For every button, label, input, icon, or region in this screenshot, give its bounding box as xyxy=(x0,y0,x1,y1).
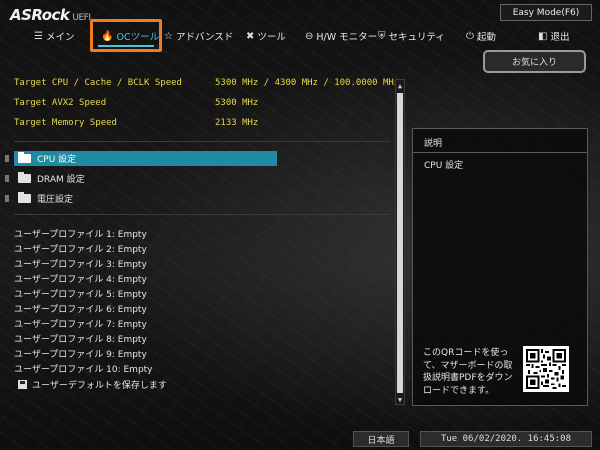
tab-security[interactable]: ⛨ セキュリティ xyxy=(378,26,445,46)
tab-boot[interactable]: ⏻ 起動 xyxy=(466,26,496,46)
tools-icon: ✖ xyxy=(246,30,255,42)
active-tab-highlight xyxy=(90,19,162,52)
save-icon xyxy=(18,380,27,389)
save-user-default[interactable]: ユーザーデフォルトを保存します xyxy=(18,378,167,391)
user-profile-5[interactable]: ユーザープロファイル 5: Empty xyxy=(14,287,147,300)
list-icon: ☰ xyxy=(34,30,43,42)
monitor-icon: ⊖ xyxy=(305,30,314,42)
easy-mode-button[interactable]: Easy Mode(F6) xyxy=(500,4,592,21)
user-profile-2[interactable]: ユーザープロファイル 2: Empty xyxy=(14,242,147,255)
divider xyxy=(14,214,390,215)
tab-label: メイン xyxy=(45,32,75,43)
scroll-down-arrow-icon[interactable]: ▼ xyxy=(396,396,404,404)
tab-main[interactable]: ☰ メイン xyxy=(34,26,74,46)
star-icon: ☆ xyxy=(164,30,173,42)
active-tab-underline xyxy=(98,45,154,47)
menu-item-label: 電圧設定 xyxy=(37,195,74,205)
user-profile-8[interactable]: ユーザープロファイル 8: Empty xyxy=(14,332,147,345)
menu-item-label: DRAM 設定 xyxy=(37,175,85,185)
info-value-avx2-speed: 5300 MHz xyxy=(215,98,259,108)
info-label-cpu-speed: Target CPU / Cache / BCLK Speed xyxy=(14,78,182,88)
user-profile-4[interactable]: ユーザープロファイル 4: Empty xyxy=(14,272,147,285)
info-label-avx2-speed: Target AVX2 Speed xyxy=(14,98,107,108)
save-user-default-label: ユーザーデフォルトを保存します xyxy=(32,381,167,391)
info-label-memory-speed: Target Memory Speed xyxy=(14,118,117,128)
submenu-marker xyxy=(5,175,9,182)
asrock-logo: ASRock UEFI xyxy=(10,6,91,24)
user-profile-7[interactable]: ユーザープロファイル 7: Empty xyxy=(14,317,147,330)
divider xyxy=(14,141,390,142)
submenu-marker xyxy=(5,155,9,162)
folder-icon xyxy=(18,172,31,183)
exit-icon: ◧ xyxy=(538,30,548,42)
tab-exit[interactable]: ◧ 退出 xyxy=(538,26,569,46)
qr-code-icon[interactable] xyxy=(523,346,569,392)
menu-item-voltage-settings[interactable]: 電圧設定 xyxy=(14,191,277,206)
description-text: CPU 設定 xyxy=(424,161,464,171)
power-icon: ⏻ xyxy=(466,30,474,42)
language-button[interactable]: 日本語 xyxy=(353,431,409,447)
tab-tool[interactable]: ✖ ツール xyxy=(246,26,286,46)
tab-label: セキュリティ xyxy=(388,32,445,43)
shield-icon: ⛨ xyxy=(378,30,386,42)
tab-label: 起動 xyxy=(476,32,496,43)
user-profile-1[interactable]: ユーザープロファイル 1: Empty xyxy=(14,227,147,240)
datetime-display: Tue 06/02/2020. 16:45:08 xyxy=(420,431,592,447)
favorites-button[interactable]: お気に入り xyxy=(483,50,586,73)
menu-item-label: CPU 設定 xyxy=(37,155,77,165)
qr-description: このQRコードを使って、マザーボードの取扱説明書PDFをダウンロードできます。 xyxy=(423,348,513,396)
description-title: 説明 xyxy=(424,139,443,149)
description-divider xyxy=(413,152,587,153)
menu-item-dram-settings[interactable]: DRAM 設定 xyxy=(14,171,277,186)
user-profile-6[interactable]: ユーザープロファイル 6: Empty xyxy=(14,302,147,315)
user-profile-3[interactable]: ユーザープロファイル 3: Empty xyxy=(14,257,147,270)
scroll-up-arrow-icon[interactable]: ▲ xyxy=(396,82,404,90)
user-profile-9[interactable]: ユーザープロファイル 9: Empty xyxy=(14,347,147,360)
tab-label: ツール xyxy=(257,32,286,43)
tab-advanced[interactable]: ☆ アドバンスド xyxy=(164,26,233,46)
folder-icon xyxy=(18,152,31,163)
tab-label: H/W モニター xyxy=(316,32,378,43)
tab-label: アドバンスド xyxy=(175,32,234,43)
scrollbar-thumb[interactable] xyxy=(397,93,403,393)
info-value-cpu-speed: 5300 MHz / 4300 MHz / 100.0000 MHz xyxy=(215,78,400,88)
tab-label: 退出 xyxy=(550,32,570,43)
menu-item-cpu-settings[interactable]: CPU 設定 xyxy=(14,151,277,166)
tab-hw-monitor[interactable]: ⊖ H/W モニター xyxy=(305,26,377,46)
user-profile-10[interactable]: ユーザープロファイル 10: Empty xyxy=(14,362,153,375)
submenu-marker xyxy=(5,195,9,202)
info-value-memory-speed: 2133 MHz xyxy=(215,118,259,128)
folder-icon xyxy=(18,192,31,203)
